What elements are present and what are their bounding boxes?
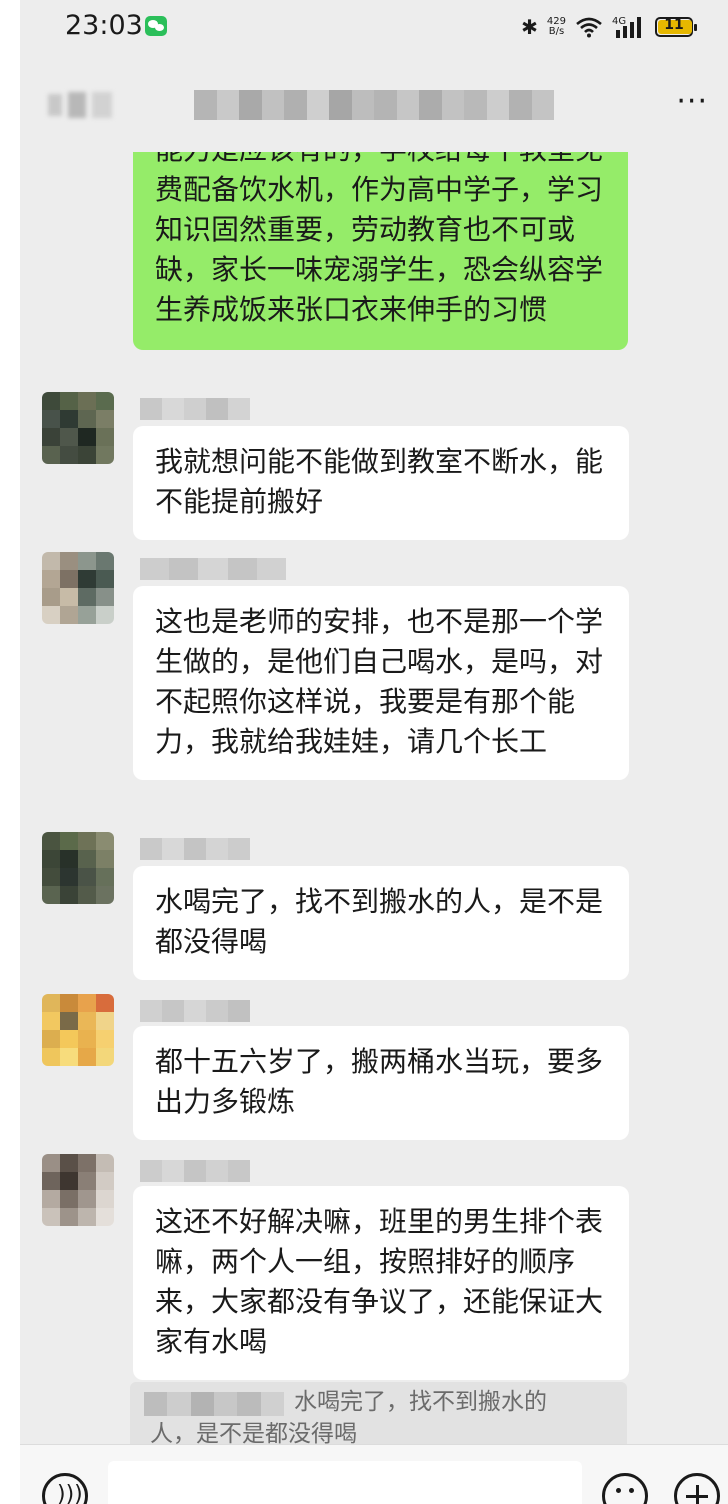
wechat-notification-icon xyxy=(145,16,167,36)
signal-icon: 4G xyxy=(612,15,646,39)
avatar[interactable] xyxy=(42,1154,114,1226)
sender-name-mosaic xyxy=(140,1000,250,1022)
status-bar: 23:03 ✱ 429 B/s 4G 11 xyxy=(20,0,728,56)
unread-mosaic xyxy=(68,92,86,118)
status-icons: ✱ 429 B/s 4G 11 xyxy=(521,12,697,42)
message-bubble-other[interactable]: 我就想问能不能做到教室不断水，能不能提前搬好 xyxy=(133,426,629,540)
sender-name-mosaic xyxy=(140,1160,250,1182)
wechat-chat-screen: 23:03 ✱ 429 B/s 4G 11 ··· 费配备饮水机，作为高中学子，… xyxy=(0,0,728,1504)
edge-strip xyxy=(0,0,20,1504)
wifi-icon xyxy=(575,16,603,38)
input-bar: ))) xyxy=(20,1444,728,1504)
message-input[interactable] xyxy=(108,1461,582,1504)
battery-level: 11 xyxy=(664,17,684,33)
net-speed: 429 B/s xyxy=(547,17,566,37)
message-bubble-self[interactable]: 能力是应该有的，学校给每个教室免费配备饮水机，作为高中学子，学习知识固然重要，劳… xyxy=(133,152,628,350)
bluetooth-icon: ✱ xyxy=(521,15,538,39)
avatar[interactable] xyxy=(42,832,114,904)
quote-text: 水喝完了，找不到搬水的人，是不是都没得喝 xyxy=(150,1389,547,1444)
net-speed-unit: B/s xyxy=(548,26,565,37)
message-text: 都十五六岁了，搬两桶水当玩，要多出力多锻炼 xyxy=(155,1045,604,1118)
sender-name-mosaic xyxy=(140,398,250,420)
back-mosaic xyxy=(48,94,62,116)
emoji-icon[interactable] xyxy=(602,1473,648,1504)
unread-mosaic xyxy=(92,92,112,118)
message-bubble-other[interactable]: 都十五六岁了，搬两桶水当玩，要多出力多锻炼 xyxy=(133,1026,629,1140)
message-bubble-other[interactable]: 水喝完了，找不到搬水的人，是不是都没得喝 xyxy=(133,866,629,980)
more-icon[interactable]: ··· xyxy=(676,84,708,119)
sender-name-mosaic xyxy=(140,838,250,860)
battery-cap xyxy=(694,24,697,31)
message-text: 我就想问能不能做到教室不断水，能不能提前搬好 xyxy=(155,445,604,518)
avatar[interactable] xyxy=(42,392,114,464)
message-text: 能力是应该有的，学校给每个教室免费配备饮水机，作为高中学子，学习知识固然重要，劳… xyxy=(155,152,604,326)
sender-name-mosaic xyxy=(140,558,286,580)
message-bubble-other[interactable]: 这还不好解决嘛，班里的男生排个表嘛，两个人一组，按照排好的顺序来，大家都没有争议… xyxy=(133,1186,629,1380)
battery-icon: 11 xyxy=(655,17,697,37)
voice-wave-glyph: ))) xyxy=(57,1482,83,1504)
network-label: 4G xyxy=(612,16,626,27)
chat-title-mosaic xyxy=(194,90,554,120)
chat-area[interactable]: 能力是应该有的，学校给每个教室免费配备饮水机，作为高中学子，学习知识固然重要，劳… xyxy=(20,152,728,1444)
message-bubble-other[interactable]: 这也是老师的安排，也不是那一个学生做的，是他们自己喝水，是吗，对不起照你这样说，… xyxy=(133,586,629,780)
quoted-message[interactable]: 水喝完了，找不到搬水的人，是不是都没得喝 xyxy=(130,1382,627,1444)
message-text: 这还不好解决嘛，班里的男生排个表嘛，两个人一组，按照排好的顺序来，大家都没有争议… xyxy=(155,1205,604,1358)
message-text: 这也是老师的安排，也不是那一个学生做的，是他们自己喝水，是吗，对不起照你这样说，… xyxy=(155,605,604,758)
avatar[interactable] xyxy=(42,994,114,1066)
back-button[interactable] xyxy=(48,92,128,118)
title-bar: ··· xyxy=(20,56,728,153)
avatar[interactable] xyxy=(42,552,114,624)
plus-icon[interactable] xyxy=(674,1473,720,1504)
message-text: 水喝完了，找不到搬水的人，是不是都没得喝 xyxy=(155,885,604,958)
status-time: 23:03 xyxy=(65,10,143,41)
voice-icon[interactable]: ))) xyxy=(42,1473,88,1504)
